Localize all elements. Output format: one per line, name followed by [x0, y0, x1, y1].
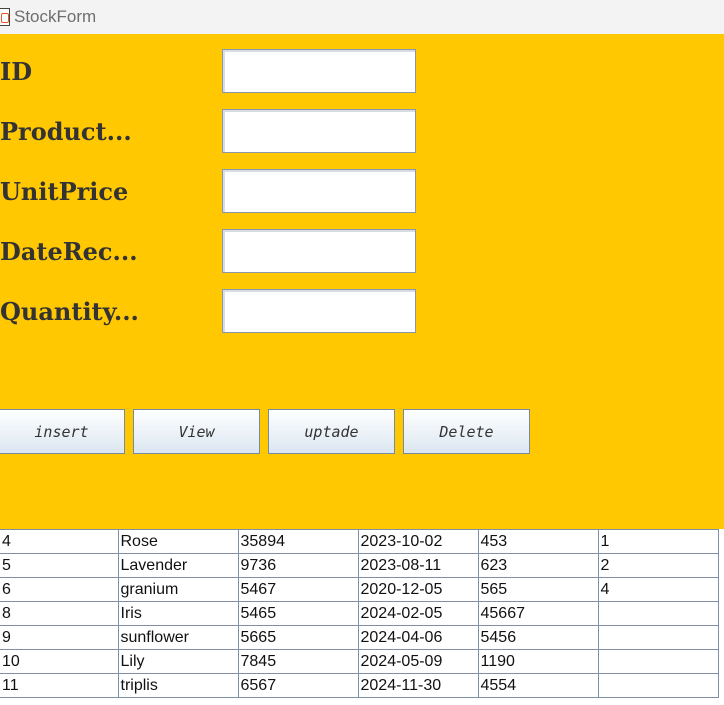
table-cell[interactable]: triplis — [118, 673, 239, 698]
table-cell[interactable]: 9736 — [238, 553, 359, 578]
table-cell[interactable]: 565 — [478, 577, 599, 602]
table-cell[interactable]: 5665 — [238, 625, 359, 650]
delete-button[interactable]: Delete — [403, 409, 530, 454]
table-cell[interactable]: 8 — [0, 601, 119, 626]
product-input[interactable] — [222, 109, 416, 153]
unit-price-input[interactable] — [222, 169, 416, 213]
table-cell[interactable]: 453 — [478, 529, 599, 554]
table-cell[interactable] — [598, 625, 719, 650]
table-row[interactable]: 8 Iris 5465 2024-02-05 45667 — [0, 601, 719, 626]
table-cell[interactable]: 2 — [598, 553, 719, 578]
table-row[interactable]: 9 sunflower 5665 2024-04-06 5456 — [0, 625, 719, 650]
date-received-input[interactable] — [222, 229, 416, 273]
insert-button[interactable]: insert — [0, 409, 125, 454]
table-cell[interactable]: 2024-05-09 — [358, 649, 479, 674]
table-cell[interactable]: 35894 — [238, 529, 359, 554]
stock-grid[interactable]: 4 Rose 35894 2023-10-02 453 1 5 Lavender 9736 202… — [0, 529, 719, 698]
id-label: ID — [0, 57, 33, 86]
table-cell[interactable]: 45667 — [478, 601, 599, 626]
quantity-input[interactable] — [222, 289, 416, 333]
table-cell[interactable]: 5465 — [238, 601, 359, 626]
window-title: StockForm — [14, 7, 97, 26]
table-row[interactable]: 4 Rose 35894 2023-10-02 453 1 — [0, 529, 719, 554]
table-cell[interactable]: 5456 — [478, 625, 599, 650]
table-cell[interactable]: 7845 — [238, 649, 359, 674]
table-cell[interactable]: 2024-11-30 — [358, 673, 479, 698]
table-cell[interactable]: 5 — [0, 553, 119, 578]
table-cell[interactable] — [598, 649, 719, 674]
form-panel: ID Product... UnitPrice DateRec... Quant… — [0, 34, 724, 529]
table-cell[interactable]: 623 — [478, 553, 599, 578]
view-button[interactable]: View — [133, 409, 260, 454]
update-button[interactable]: uptade — [268, 409, 395, 454]
table-cell[interactable]: 4 — [0, 529, 119, 554]
table-cell[interactable]: Lily — [118, 649, 239, 674]
table-cell[interactable]: 1 — [598, 529, 719, 554]
table-cell[interactable]: 2023-08-11 — [358, 553, 479, 578]
table-cell[interactable]: 2024-04-06 — [358, 625, 479, 650]
table-cell[interactable]: Iris — [118, 601, 239, 626]
id-input[interactable] — [222, 49, 416, 93]
table-cell[interactable]: 6 — [0, 577, 119, 602]
table-cell[interactable]: 10 — [0, 649, 119, 674]
table-row[interactable]: 11 triplis 6567 2024-11-30 4554 — [0, 673, 719, 698]
title-bar: StockForm — [0, 0, 724, 34]
table-cell[interactable]: granium — [118, 577, 239, 602]
table-cell[interactable]: 9 — [0, 625, 119, 650]
table-cell[interactable]: 2024-02-05 — [358, 601, 479, 626]
table-cell[interactable]: Lavender — [118, 553, 239, 578]
table-cell[interactable] — [598, 673, 719, 698]
table-cell[interactable]: 2020-12-05 — [358, 577, 479, 602]
table-cell[interactable]: 6567 — [238, 673, 359, 698]
table-cell[interactable]: Rose — [118, 529, 239, 554]
unit-price-label: UnitPrice — [0, 177, 129, 206]
table-cell[interactable]: 4 — [598, 577, 719, 602]
stock-table[interactable]: 4 Rose 35894 2023-10-02 453 1 5 Lavender 9736 202… — [0, 529, 724, 705]
table-cell[interactable]: 5467 — [238, 577, 359, 602]
table-cell[interactable] — [598, 601, 719, 626]
table-row[interactable]: 10 Lily 7845 2024-05-09 1190 — [0, 649, 719, 674]
table-cell[interactable]: 4554 — [478, 673, 599, 698]
table-row[interactable]: 6 granium 5467 2020-12-05 565 4 — [0, 577, 719, 602]
table-cell[interactable]: 11 — [0, 673, 119, 698]
table-row[interactable]: 5 Lavender 9736 2023-08-11 623 2 — [0, 553, 719, 578]
quantity-label: Quantity... — [0, 297, 139, 326]
java-icon — [0, 8, 10, 26]
table-cell[interactable]: 2023-10-02 — [358, 529, 479, 554]
product-label: Product... — [0, 117, 132, 146]
table-cell[interactable]: sunflower — [118, 625, 239, 650]
table-cell[interactable]: 1190 — [478, 649, 599, 674]
date-received-label: DateRec... — [0, 237, 138, 266]
